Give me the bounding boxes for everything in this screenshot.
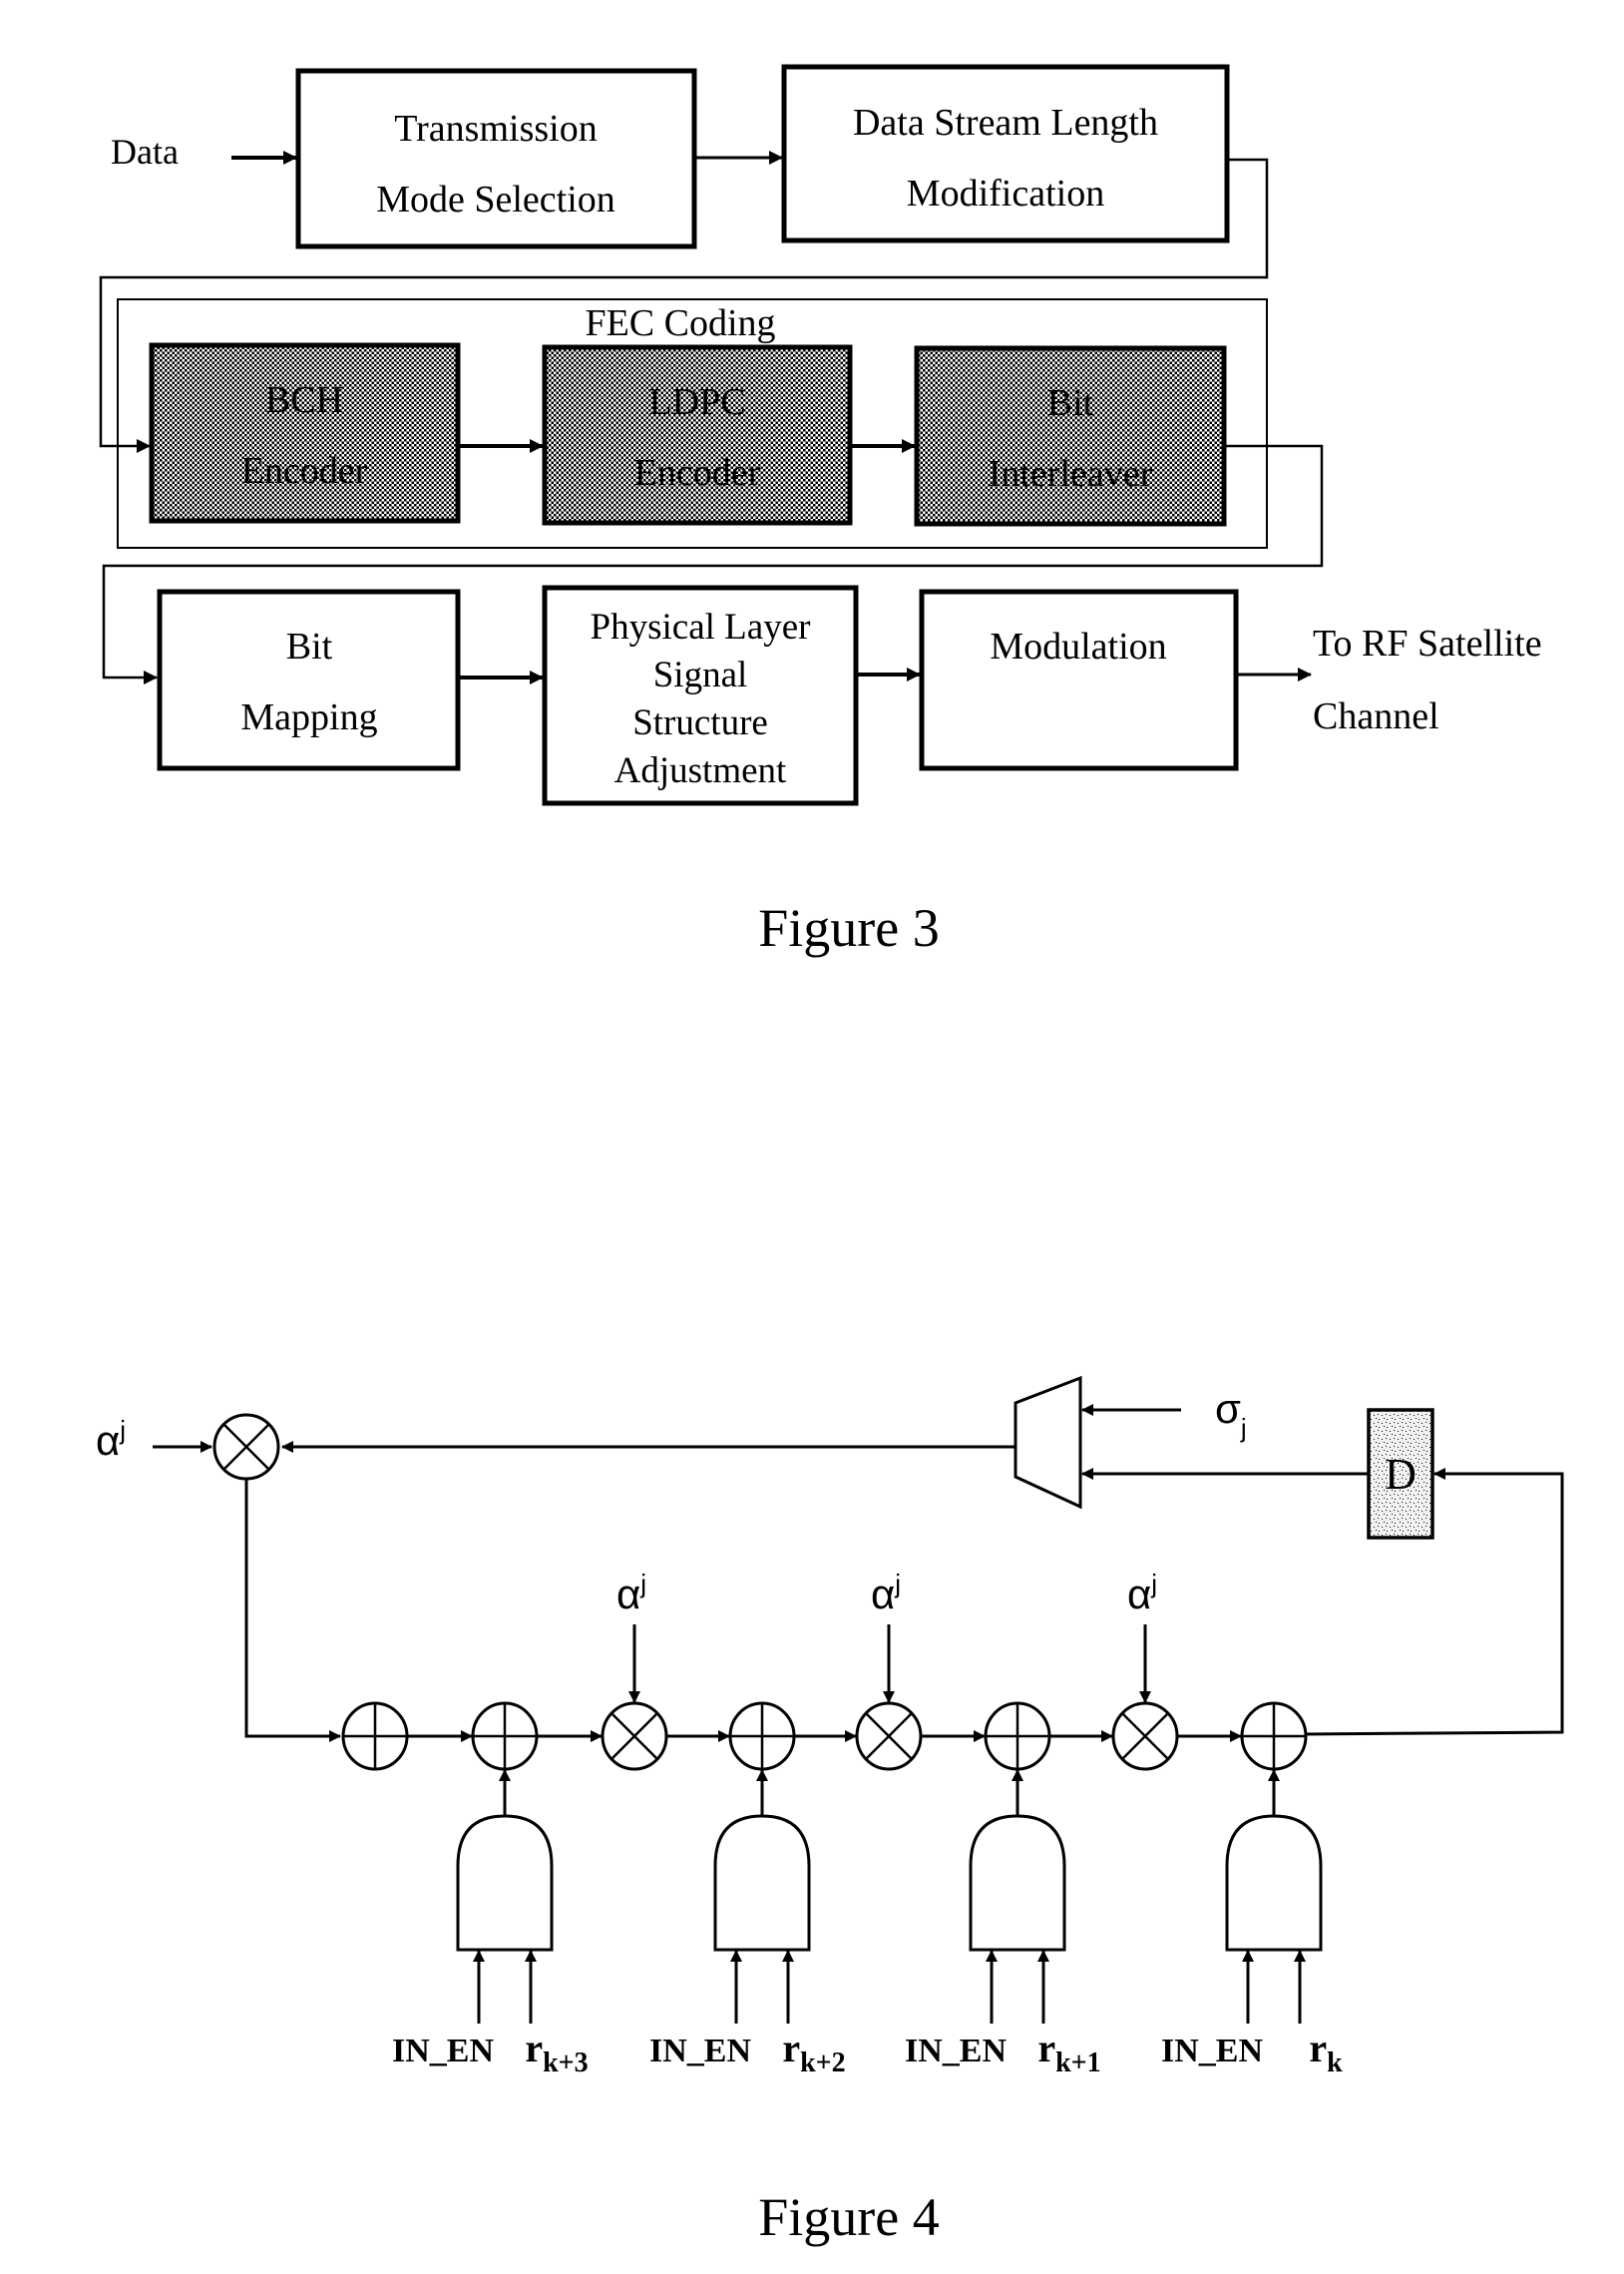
- r-input-label: rk: [1309, 2026, 1343, 2078]
- block-label: LDPC: [648, 381, 745, 423]
- connector-to-chain: [244, 1479, 341, 1742]
- block-ldpc-encoder: [542, 344, 853, 526]
- block-bit-mapping: [157, 589, 461, 771]
- and-gate-icon: [969, 1814, 1066, 1952]
- enable-label: IN_EN: [905, 2033, 1007, 2069]
- multiplier-icon: [212, 1413, 280, 1481]
- block-label: Mapping: [240, 696, 377, 738]
- block-label: Modulation: [990, 626, 1166, 668]
- block-label: Bit: [286, 626, 333, 668]
- alpha-coefficient-label: αj: [616, 1569, 646, 1617]
- figure-4: αj σj D IN_EN rk+3 αj IN_EN rk+2 αj IN_EN rk+1 α…: [96, 1375, 1564, 2247]
- block-label: Transmission: [394, 108, 597, 150]
- figure-3: Data Transmission Mode Selection Data St…: [99, 64, 1542, 958]
- sigma-label: σj: [1215, 1385, 1247, 1443]
- enable-label: IN_EN: [392, 2033, 494, 2069]
- block-label: Encoder: [634, 452, 761, 494]
- alpha-coefficient-label: αj: [1127, 1569, 1157, 1617]
- and-gate-icon: [713, 1814, 811, 1952]
- block-label: Bit: [1047, 382, 1094, 424]
- block-bch-encoder: [149, 342, 461, 524]
- enable-label: IN_EN: [649, 2033, 751, 2069]
- block-label: Modification: [907, 173, 1104, 215]
- processing-chain: IN_EN rk+3 αj IN_EN rk+2 αj IN_EN rk+1 αj IN_EN rk: [341, 1569, 1343, 2078]
- r-input-label: rk+2: [782, 2026, 845, 2078]
- patent-figures: Data Transmission Mode Selection Data St…: [96, 64, 1564, 2247]
- block-label: Adjustment: [614, 750, 787, 791]
- block-label: Encoder: [241, 450, 368, 492]
- block-bit-interleaver: [914, 345, 1227, 527]
- figure-4-caption: Figure 4: [758, 2187, 940, 2247]
- r-input-label: rk+1: [1037, 2026, 1100, 2078]
- and-gate-icon: [456, 1814, 554, 1952]
- alpha-coefficient-label: αj: [871, 1569, 901, 1617]
- block-modulation: [919, 589, 1239, 771]
- mux-icon: [1014, 1375, 1082, 1510]
- fec-coding-label: FEC Coding: [585, 302, 775, 344]
- figure-3-caption: Figure 3: [758, 898, 940, 958]
- block-label: Structure: [632, 702, 768, 743]
- and-gate-icon: [1225, 1814, 1323, 1952]
- block-label: Interleaver: [989, 453, 1153, 495]
- delay-label: D: [1385, 1450, 1417, 1499]
- alpha-input-label: αj: [96, 1415, 126, 1464]
- block-label: Physical Layer: [591, 607, 811, 648]
- block-label: Mode Selection: [376, 179, 615, 221]
- output-label: Channel: [1313, 695, 1439, 737]
- r-input-label: rk+3: [525, 2026, 588, 2078]
- block-label: BCH: [265, 379, 343, 421]
- block-label: Data Stream Length: [853, 102, 1158, 144]
- block-label: Signal: [653, 655, 748, 695]
- data-input-label: Data: [111, 132, 179, 172]
- output-label: To RF Satellite: [1313, 623, 1542, 665]
- enable-label: IN_EN: [1161, 2033, 1263, 2069]
